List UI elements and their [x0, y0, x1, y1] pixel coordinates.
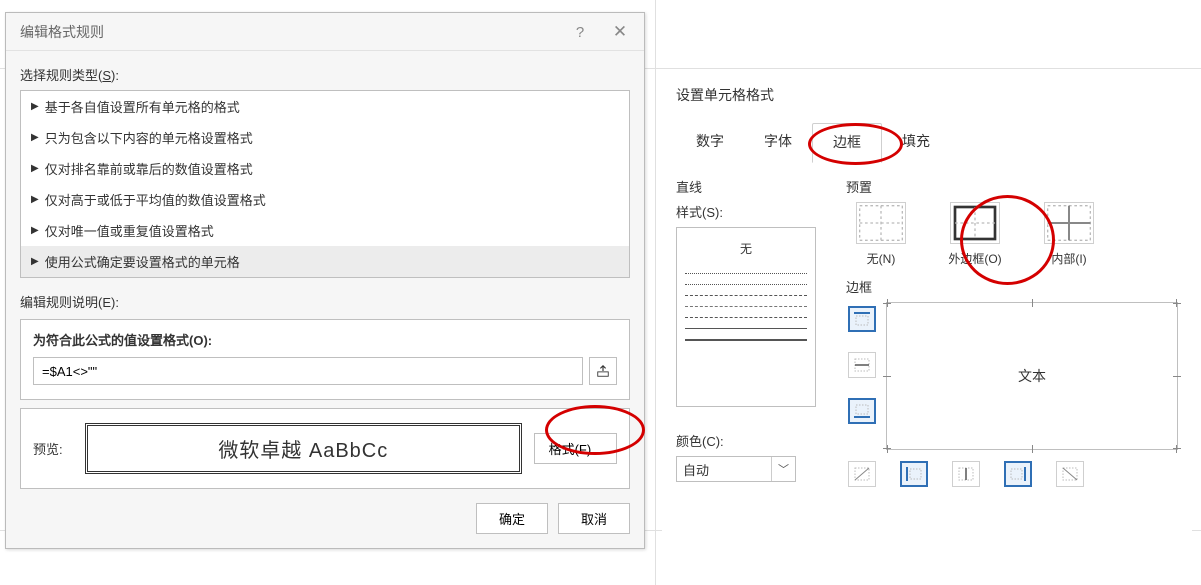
border-bottom-button[interactable] [848, 398, 876, 424]
preset-inside-icon [1044, 202, 1094, 244]
style-fine-dotted[interactable] [685, 284, 807, 285]
style-thin-solid[interactable] [685, 328, 807, 329]
preset-none[interactable]: 无(N) [846, 202, 916, 267]
preset-label: 无(N) [867, 250, 896, 267]
rule-type-text: 只为包含以下内容的单元格设置格式 [45, 128, 253, 147]
preset-row: 无(N) 外边框(O) 内部(I) [846, 202, 1178, 267]
select-rule-type-label: 选择规则类型(S): [6, 51, 644, 90]
preview-sample: 微软卓越 AaBbCc [85, 423, 522, 474]
rule-type-item[interactable]: ▶ 基于各自值设置所有单元格的格式 [21, 91, 629, 122]
border-diagonal-down-button[interactable] [1056, 461, 1084, 487]
formula-label: 为符合此公式的值设置格式(O): [33, 330, 617, 349]
triangle-icon: ▶ [31, 101, 39, 112]
rule-type-item[interactable]: ▶ 仅对唯一值或重复值设置格式 [21, 215, 629, 246]
rule-type-item[interactable]: ▶ 仅对高于或低于平均值的数值设置格式 [21, 184, 629, 215]
edit-format-rule-dialog: 编辑格式规则 ? ✕ 选择规则类型(S): ▶ 基于各自值设置所有单元格的格式 ▶… [5, 12, 645, 549]
rule-type-text: 基于各自值设置所有单元格的格式 [45, 97, 240, 116]
cancel-button[interactable]: 取消 [558, 503, 630, 534]
style-dotted[interactable] [685, 273, 807, 274]
rule-type-text: 使用公式确定要设置格式的单元格 [45, 252, 240, 271]
rule-type-item[interactable]: ▶ 只为包含以下内容的单元格设置格式 [21, 122, 629, 153]
border-top-button[interactable] [848, 306, 876, 332]
color-label: 颜色(C): [676, 431, 826, 450]
tab-number[interactable]: 数字 [676, 123, 744, 163]
border-area: 文本 [846, 302, 1178, 490]
border-left-button[interactable] [900, 461, 928, 487]
triangle-icon: ▶ [31, 194, 39, 205]
range-selector-button[interactable] [589, 357, 617, 385]
dialog-title: 编辑格式规则 [20, 22, 104, 42]
format-cells-dialog: 设置单元格格式 数字 字体 边框 填充 直线 样式(S): 无 颜色(C): [662, 75, 1192, 575]
line-style-list[interactable]: 无 [676, 227, 816, 407]
triangle-icon: ▶ [31, 132, 39, 143]
border-middle-vertical-button[interactable] [952, 461, 980, 487]
style-medium-solid[interactable] [685, 339, 807, 341]
dialog-button-row: 确定 取消 [6, 503, 644, 548]
tab-font[interactable]: 字体 [744, 123, 812, 163]
label-fragment: 选择规则类型( [20, 68, 102, 83]
tab-fill[interactable]: 填充 [882, 123, 950, 163]
collapse-dialog-icon [596, 364, 610, 378]
rule-type-item[interactable]: ▶ 使用公式确定要设置格式的单元格 [21, 246, 629, 277]
accelerator-key: E [102, 295, 111, 310]
triangle-icon: ▶ [31, 163, 39, 174]
preview-label: 预览: [33, 439, 73, 458]
preset-group-label: 预置 [846, 177, 1178, 196]
ok-button[interactable]: 确定 [476, 503, 548, 534]
style-dash-dot[interactable] [685, 306, 807, 307]
preset-none-icon [856, 202, 906, 244]
formula-group: 为符合此公式的值设置格式(O): [20, 319, 630, 400]
preset-outline-icon [950, 202, 1000, 244]
border-middle-horizontal-button[interactable] [848, 352, 876, 378]
style-dash-dot-dot[interactable] [685, 317, 807, 318]
rule-type-text: 仅对高于或低于平均值的数值设置格式 [45, 190, 266, 209]
triangle-icon: ▶ [31, 256, 39, 267]
tab-strip: 数字 字体 边框 填充 [662, 123, 1192, 163]
border-preview: 文本 [886, 302, 1178, 450]
preset-label: 外边框(O) [948, 250, 1001, 267]
border-right-button[interactable] [1004, 461, 1032, 487]
preset-label: 内部(I) [1051, 250, 1086, 267]
line-group-label: 直线 [676, 177, 826, 196]
accelerator-key: S [102, 68, 111, 83]
label-fragment: ): [111, 68, 119, 83]
label-fragment: ): [111, 295, 119, 310]
rule-type-text: 仅对唯一值或重复值设置格式 [45, 221, 214, 240]
formula-input[interactable] [33, 357, 583, 385]
border-preview-text: 文本 [1018, 366, 1046, 386]
rule-type-text: 仅对排名靠前或靠后的数值设置格式 [45, 159, 253, 178]
preview-group: 预览: 微软卓越 AaBbCc 格式(F)... [20, 408, 630, 489]
edit-rule-desc-label: 编辑规则说明(E): [6, 288, 644, 319]
chevron-down-icon: ﹀ [771, 457, 789, 481]
border-diagonal-up-button[interactable] [848, 461, 876, 487]
format-cells-title: 设置单元格格式 [662, 75, 1192, 123]
style-label: 样式(S): [676, 202, 826, 221]
style-none[interactable]: 无 [685, 234, 807, 263]
style-dashed[interactable] [685, 295, 807, 296]
format-button[interactable]: 格式(F)... [534, 433, 617, 464]
label-fragment: 编辑规则说明( [20, 295, 102, 310]
close-button[interactable]: ✕ [600, 13, 640, 51]
preset-inside[interactable]: 内部(I) [1034, 202, 1104, 267]
tab-border[interactable]: 边框 [812, 123, 882, 163]
color-select[interactable]: 自动 ﹀ [676, 456, 796, 482]
help-button[interactable]: ? [560, 13, 600, 51]
rule-type-list[interactable]: ▶ 基于各自值设置所有单元格的格式 ▶ 只为包含以下内容的单元格设置格式 ▶ 仅对排名… [20, 90, 630, 278]
color-value: 自动 [683, 460, 709, 479]
triangle-icon: ▶ [31, 225, 39, 236]
border-group-label: 边框 [846, 277, 1178, 296]
preset-outline[interactable]: 外边框(O) [940, 202, 1010, 267]
dialog-titlebar: 编辑格式规则 ? ✕ [6, 13, 644, 51]
rule-type-item[interactable]: ▶ 仅对排名靠前或靠后的数值设置格式 [21, 153, 629, 184]
